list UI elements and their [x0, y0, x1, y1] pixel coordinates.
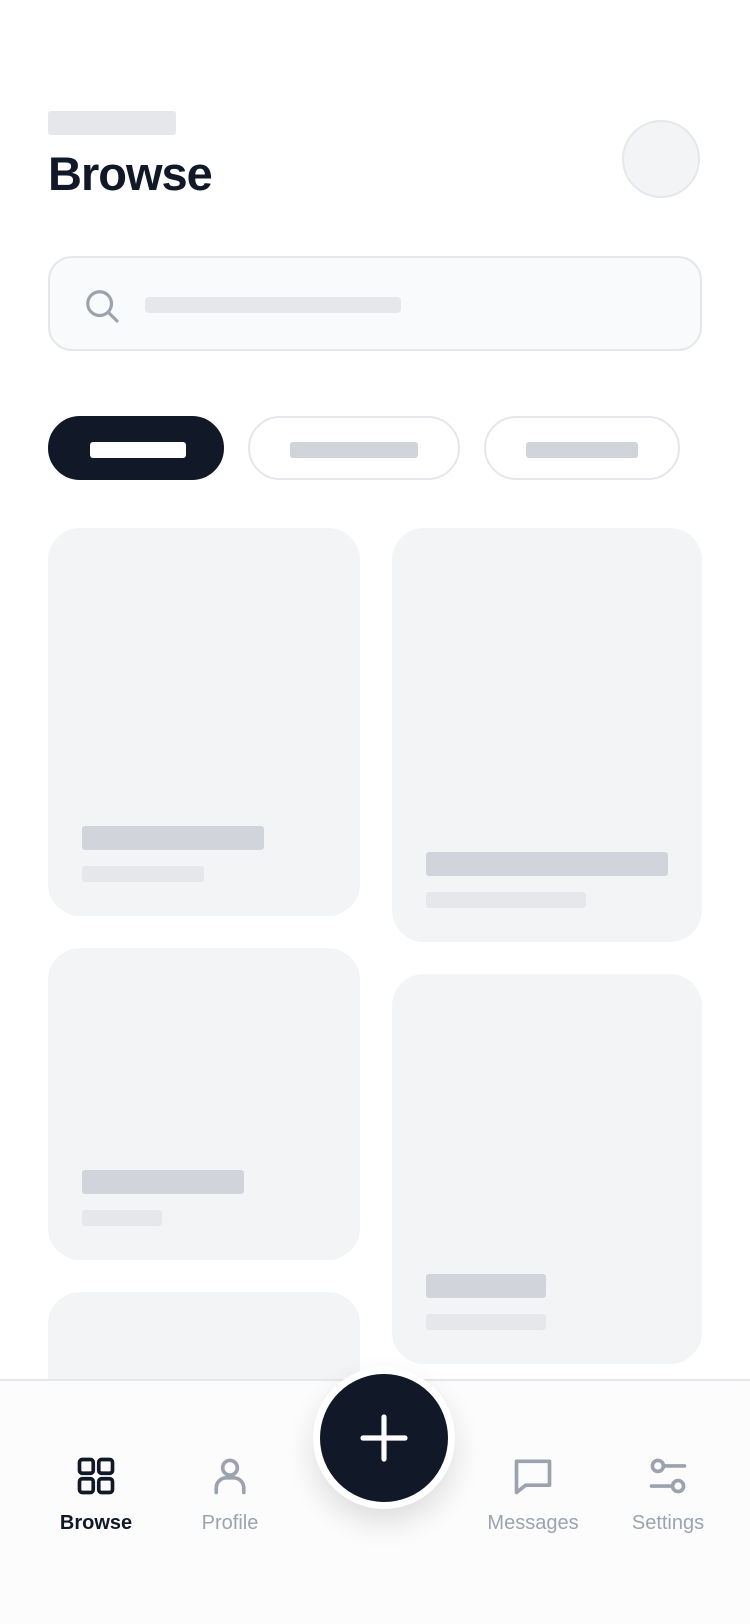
card-subtitle-skeleton: [426, 1314, 546, 1330]
add-button[interactable]: [313, 1367, 455, 1509]
browse-screen: Browse Browse Profile Messages Settings: [0, 0, 750, 1624]
message-icon: [514, 1459, 552, 1495]
card-subtitle-skeleton: [82, 1210, 162, 1226]
nav-label: Profile: [201, 1512, 259, 1534]
search-placeholder-skeleton: [145, 297, 401, 313]
chip-label-skeleton: [526, 442, 638, 458]
skeleton-card[interactable]: [392, 528, 702, 942]
chip-label-skeleton: [290, 442, 418, 458]
avatar[interactable]: [622, 120, 700, 198]
grid-icon: [77, 1457, 115, 1495]
nav-label: Settings: [631, 1512, 705, 1534]
nav-item-profile[interactable]: Profile: [160, 1381, 300, 1624]
filter-chip[interactable]: [248, 416, 460, 480]
nav-label: Browse: [59, 1512, 133, 1534]
chip-label-skeleton: [90, 442, 186, 458]
card-title-skeleton: [82, 826, 264, 850]
plus-icon: [360, 1414, 408, 1462]
nav-item-messages[interactable]: Messages: [463, 1381, 603, 1624]
search-icon: [86, 290, 119, 323]
skeleton-card[interactable]: [48, 948, 360, 1260]
filter-chip[interactable]: [484, 416, 680, 480]
nav-label: Messages: [487, 1512, 579, 1534]
user-icon: [214, 1458, 246, 1495]
card-title-skeleton: [426, 852, 668, 876]
nav-item-browse[interactable]: Browse: [26, 1381, 166, 1624]
eyebrow-skeleton: [48, 111, 176, 135]
card-title-skeleton: [82, 1170, 244, 1194]
search-input[interactable]: [48, 256, 702, 351]
sliders-icon: [649, 1458, 687, 1494]
skeleton-card[interactable]: [392, 974, 702, 1364]
page-title: Browse: [48, 147, 213, 200]
nav-item-settings[interactable]: Settings: [598, 1381, 738, 1624]
filter-chip-active[interactable]: [48, 416, 224, 480]
card-title-skeleton: [426, 1274, 546, 1298]
card-subtitle-skeleton: [82, 866, 204, 882]
card-subtitle-skeleton: [426, 892, 586, 908]
skeleton-card[interactable]: [48, 528, 360, 916]
